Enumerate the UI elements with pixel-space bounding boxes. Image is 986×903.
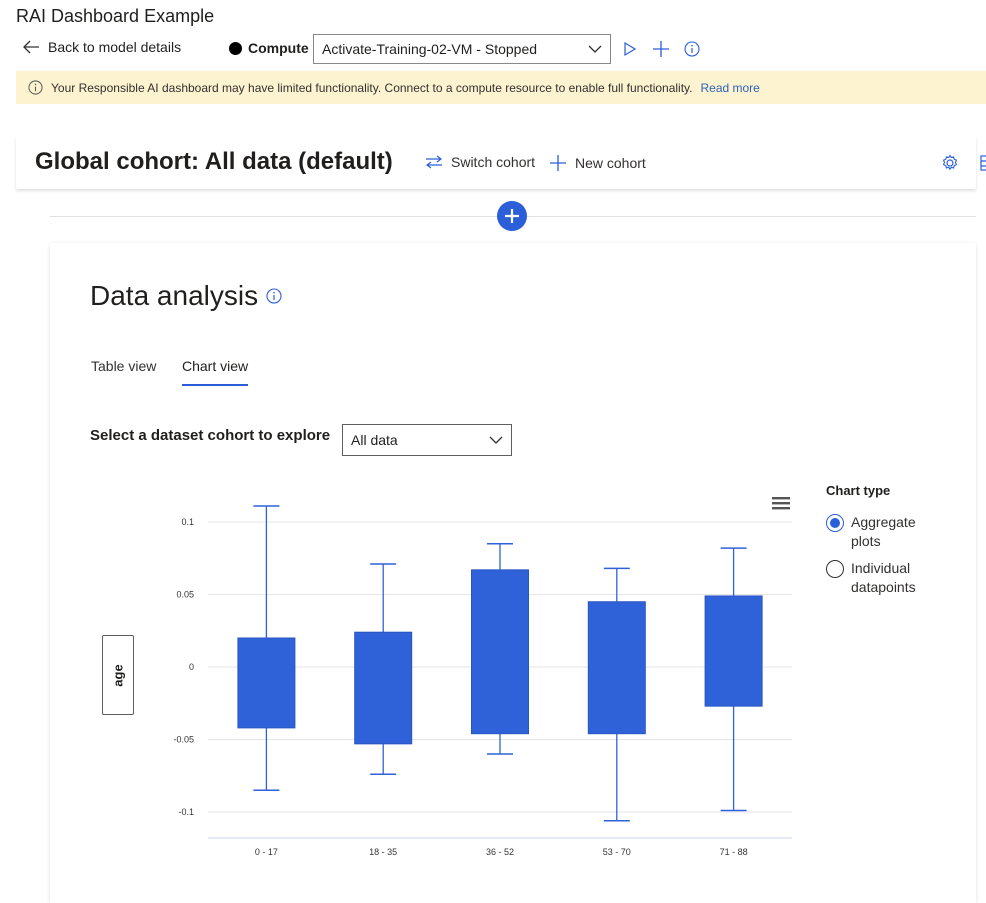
x-tick-label: 71 - 88: [720, 847, 748, 857]
radio-selected-icon: [826, 514, 844, 532]
chart-type-label: Chart type: [826, 483, 891, 498]
box: [471, 569, 529, 735]
x-tick-label: 36 - 52: [486, 847, 514, 857]
box: [704, 595, 763, 707]
box: [587, 601, 646, 735]
box: [237, 637, 296, 729]
radio-individual-label: Individual datapoints: [851, 560, 916, 595]
x-tick-labels: 0 - 17 18 - 35 36 - 52 53 - 70 71 - 88: [255, 847, 748, 857]
box: [354, 631, 413, 745]
y-tick-label: -0.05: [173, 735, 194, 745]
box-plot-chart: 0.1 0.05 0 -0.05 -0.1 0 - 17 18 - 35 36 - 52 53…: [173, 505, 792, 857]
radio-aggregate-label: Aggregate plots: [851, 514, 916, 549]
y-tick-labels: 0.1 0.05 0 -0.05 -0.1: [173, 517, 194, 817]
y-tick-label: 0: [189, 662, 194, 672]
radio-aggregate-plots[interactable]: Aggregate plots: [826, 513, 946, 551]
y-tick-label: -0.1: [178, 807, 194, 817]
y-tick-label: 0.1: [181, 517, 194, 527]
radio-individual-datapoints[interactable]: Individual datapoints: [826, 559, 946, 597]
y-tick-label: 0.05: [176, 590, 194, 600]
chart-menu-icon[interactable]: [772, 495, 790, 511]
x-tick-label: 0 - 17: [255, 847, 278, 857]
boxes: [237, 505, 763, 822]
x-tick-label: 18 - 35: [369, 847, 397, 857]
x-tick-label: 53 - 70: [603, 847, 631, 857]
radio-unselected-icon: [826, 560, 844, 578]
